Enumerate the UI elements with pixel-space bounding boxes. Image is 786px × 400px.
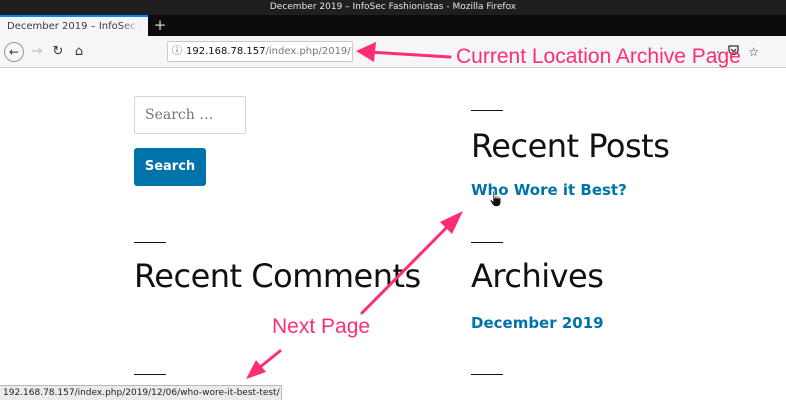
divider: [134, 242, 166, 243]
new-tab-button[interactable]: +: [150, 15, 170, 36]
tab-archive[interactable]: December 2019 – InfoSec F: [0, 15, 148, 36]
url-bar[interactable]: ⓘ192.168.78.157/index.php/2019/12/: [167, 41, 353, 62]
url-path: /index.php/2019/12/: [265, 46, 352, 57]
bookmark-star-icon[interactable]: ☆: [746, 43, 762, 61]
divider: [471, 242, 503, 243]
recent-comments-heading: Recent Comments: [134, 257, 421, 295]
reload-icon[interactable]: ↻: [51, 42, 65, 62]
divider: [134, 374, 166, 375]
recent-posts-heading: Recent Posts: [471, 127, 670, 165]
search-button[interactable]: Search: [134, 148, 206, 186]
info-icon[interactable]: ⓘ: [168, 42, 186, 61]
search-input[interactable]: Search …: [134, 96, 246, 134]
divider: [471, 374, 503, 375]
window-title-bar: December 2019 – InfoSec Fashionistas - M…: [0, 0, 786, 15]
archives-heading: Archives: [471, 257, 604, 295]
archive-link-december-2019[interactable]: December 2019: [471, 313, 604, 333]
home-icon[interactable]: ⌂: [72, 42, 86, 62]
hand-cursor-icon: [489, 190, 502, 207]
tab-bar: December 2019 – InfoSec F +: [0, 15, 786, 36]
back-arrow-icon[interactable]: ←: [4, 42, 24, 62]
forward-arrow-icon[interactable]: →: [30, 42, 44, 62]
annotation-current-location: Current Location Archive Page: [456, 45, 741, 68]
url-host: 192.168.78.157: [186, 46, 266, 57]
window-title: December 2019 – InfoSec Fashionistas - M…: [269, 2, 517, 12]
divider: [471, 110, 503, 111]
status-bar-url: 192.168.78.157/index.php/2019/12/06/who-…: [0, 385, 282, 400]
annotation-next-page: Next Page: [272, 315, 371, 338]
